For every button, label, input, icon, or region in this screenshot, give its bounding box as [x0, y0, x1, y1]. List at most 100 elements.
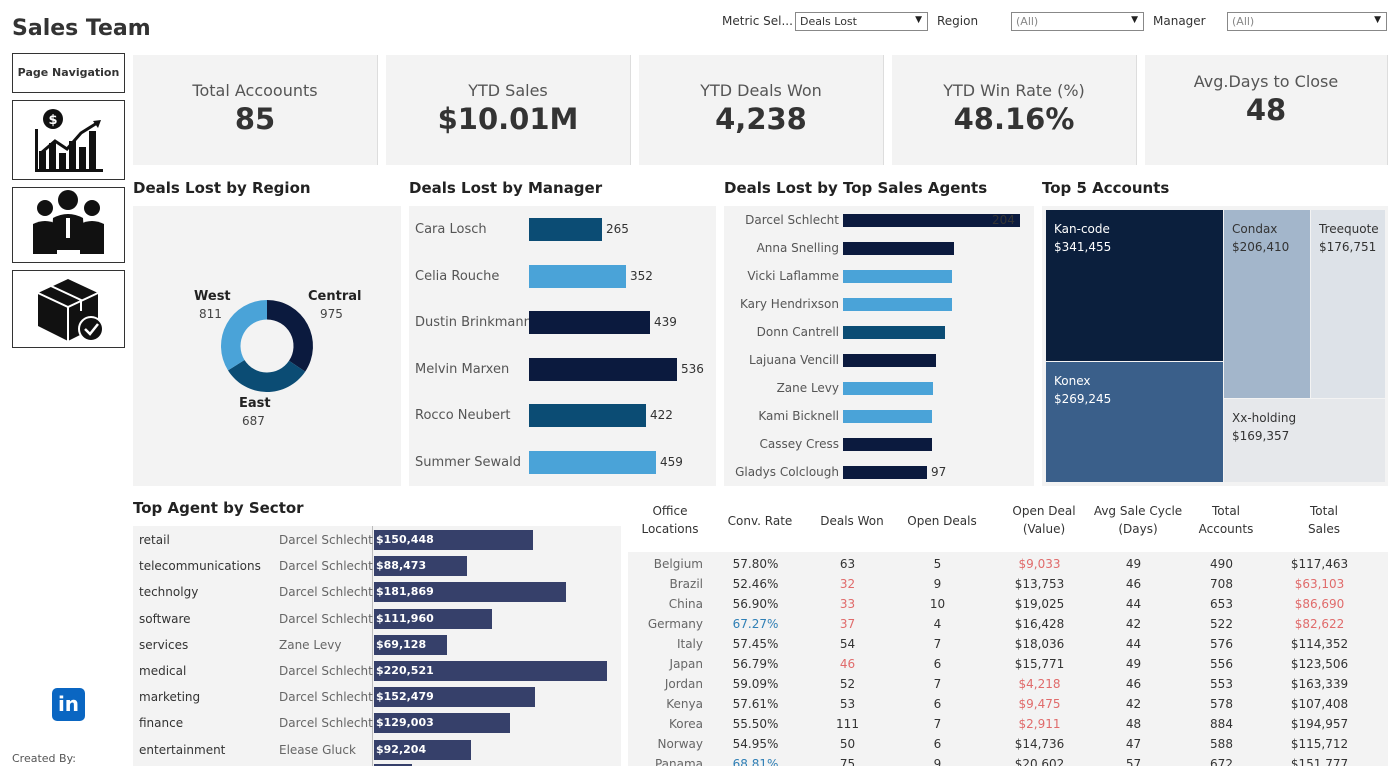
- table-row[interactable]: Belgium 57.80% 63 5 $9,033 49 490 $117,463: [628, 555, 1388, 575]
- table-column-header[interactable]: Total Sales: [1272, 502, 1376, 538]
- header-line: Avg Sale Cycle: [1093, 504, 1183, 518]
- header-line: Total: [1309, 504, 1339, 518]
- table-row[interactable]: Korea 55.50% 111 7 $2,911 48 884 $194,957: [628, 715, 1388, 735]
- region-filter-label: Region: [937, 14, 979, 28]
- agent-label: Gladys Colclough: [735, 465, 839, 479]
- treemap-cell-kan-code[interactable]: Kan-code $341,455: [1046, 210, 1223, 361]
- chevron-down-icon: ▼: [915, 15, 922, 25]
- table-cell: $15,771: [1014, 657, 1065, 671]
- kpi-value: 85: [234, 102, 276, 136]
- table-cell: 32: [839, 577, 856, 591]
- agent-bar[interactable]: [843, 410, 932, 423]
- table-column-header[interactable]: Open Deals: [900, 512, 984, 530]
- treemap-cell-condax[interactable]: Condax $206,410: [1224, 210, 1310, 398]
- table-cell: 9: [933, 757, 942, 766]
- table-row[interactable]: Norway 54.95% 50 6 $14,736 47 588 $115,712: [628, 735, 1388, 755]
- table-row[interactable]: Japan 56.79% 46 6 $15,771 49 556 $123,506: [628, 655, 1388, 675]
- manager-bar[interactable]: [529, 357, 677, 381]
- table-cell: 52.46%: [732, 577, 779, 591]
- page-navigation-label: Page Navigation: [17, 66, 120, 79]
- agents-section-title: Deals Lost by Top Sales Agents: [724, 179, 988, 197]
- agent-bar[interactable]: [843, 326, 945, 339]
- kpi-avg-days-to-close: Avg.Days to Close 48: [1145, 55, 1388, 165]
- sector-agent: Darcel Schlecht: [279, 690, 373, 705]
- table-cell: $18,036: [1014, 637, 1065, 651]
- sector-bar[interactable]: $152,479: [374, 687, 535, 708]
- donut-slice-west[interactable]: [220, 300, 267, 371]
- sector-bar[interactable]: $181,869: [374, 582, 566, 603]
- agent-bar[interactable]: [843, 298, 952, 311]
- table-row[interactable]: Italy 57.45% 54 7 $18,036 44 576 $114,352: [628, 635, 1388, 655]
- sector-section-title: Top Agent by Sector: [133, 499, 304, 517]
- linkedin-icon[interactable]: in: [52, 688, 85, 721]
- donut-slice-central[interactable]: [267, 300, 313, 372]
- agent-bar[interactable]: [843, 270, 952, 283]
- agent-bar[interactable]: [843, 382, 933, 395]
- nav-products-button[interactable]: [12, 270, 125, 348]
- table-cell: 53: [839, 697, 856, 711]
- sector-bar[interactable]: $150,448: [374, 530, 533, 550]
- treemap-cell-treequote[interactable]: Treequote $176,751: [1311, 210, 1385, 398]
- metric-selector-value: Deals Lost: [800, 15, 857, 28]
- metric-selector-dropdown[interactable]: Deals Lost ▼: [795, 12, 928, 31]
- table-row[interactable]: Brazil 52.46% 32 9 $13,753 46 708 $63,103: [628, 575, 1388, 595]
- account-name: Xx-holding: [1232, 411, 1297, 425]
- table-cell: 49: [1125, 657, 1142, 671]
- sector-bar[interactable]: $88,473: [374, 556, 467, 577]
- header-line: Conv. Rate: [727, 514, 793, 528]
- manager-bar[interactable]: [529, 218, 602, 241]
- header-line: Locations: [641, 522, 699, 536]
- agent-bar[interactable]: [843, 242, 954, 255]
- table-column-header[interactable]: Total Accounts: [1182, 502, 1270, 538]
- nav-sales-dashboard-button[interactable]: $: [12, 100, 125, 180]
- table-row[interactable]: China 56.90% 33 10 $19,025 44 653 $86,690: [628, 595, 1388, 615]
- table-column-header[interactable]: Avg Sale Cycle (Days): [1090, 502, 1186, 538]
- region-filter-dropdown[interactable]: (All) ▼: [1011, 12, 1144, 31]
- manager-bar-value: 439: [654, 315, 677, 329]
- table-cell: 55.50%: [732, 717, 779, 731]
- agent-bar[interactable]: [843, 466, 927, 479]
- team-icon: [33, 190, 104, 254]
- table-row[interactable]: Kenya 57.61% 53 6 $9,475 42 578 $107,408: [628, 695, 1388, 715]
- chevron-down-icon: ▼: [1374, 15, 1381, 25]
- sector-bar-value: $129,003: [376, 716, 434, 730]
- treemap-cell-xx-holding[interactable]: Xx-holding $169,357: [1224, 399, 1385, 482]
- manager-bar[interactable]: [529, 264, 626, 288]
- manager-label: Summer Sewald: [415, 454, 522, 470]
- table-column-header[interactable]: Deals Won: [810, 512, 894, 530]
- table-row[interactable]: Germany 67.27% 37 4 $16,428 42 522 $82,622: [628, 615, 1388, 635]
- table-row[interactable]: Jordan 59.09% 52 7 $4,218 46 553 $163,339: [628, 675, 1388, 695]
- manager-bar[interactable]: [529, 311, 650, 334]
- table-cell: 56.90%: [732, 597, 779, 611]
- manager-bar-value: 536: [681, 361, 704, 376]
- sector-name: services: [139, 637, 189, 652]
- nav-team-button[interactable]: [12, 187, 125, 263]
- table-cell: $13,753: [1014, 577, 1065, 591]
- treemap-cell-konex[interactable]: Konex $269,245: [1046, 362, 1223, 482]
- table-row[interactable]: Panama 68.81% 75 9 $20,602 57 672 $151,777: [628, 755, 1388, 766]
- manager-bar[interactable]: [529, 450, 656, 474]
- region-east-label: East: [239, 396, 271, 411]
- accounts-section-title: Top 5 Accounts: [1042, 179, 1170, 197]
- manager-bar[interactable]: [529, 404, 646, 427]
- chevron-down-icon: ▼: [1131, 15, 1138, 25]
- sector-bar[interactable]: $69,128: [374, 634, 447, 655]
- manager-filter-dropdown[interactable]: (All) ▼: [1227, 12, 1387, 31]
- kpi-ytd-win-rate: YTD Win Rate (%) 48.16%: [892, 55, 1137, 165]
- sector-bar[interactable]: $111,960: [374, 608, 492, 629]
- kpi-label: YTD Deals Won: [700, 81, 822, 100]
- table-column-header[interactable]: Conv. Rate: [720, 512, 800, 530]
- sector-bar[interactable]: $129,003: [374, 713, 510, 734]
- table-column-header[interactable]: Open Deal (Value): [992, 502, 1096, 538]
- page-navigation-button[interactable]: Page Navigation: [12, 53, 125, 93]
- agent-bar[interactable]: [843, 354, 936, 367]
- sector-bar[interactable]: $92,204: [374, 739, 471, 760]
- donut-slice-east[interactable]: [228, 360, 306, 392]
- sector-agent: Elease Gluck: [279, 742, 356, 757]
- agent-bar[interactable]: [843, 438, 932, 451]
- kpi-label: YTD Sales: [468, 81, 548, 100]
- table-column-header[interactable]: Office Locations: [628, 502, 712, 538]
- table-cell: 48: [1125, 717, 1142, 731]
- agent-label: Kary Hendrixson: [739, 297, 839, 311]
- sector-bar[interactable]: $220,521: [374, 661, 607, 681]
